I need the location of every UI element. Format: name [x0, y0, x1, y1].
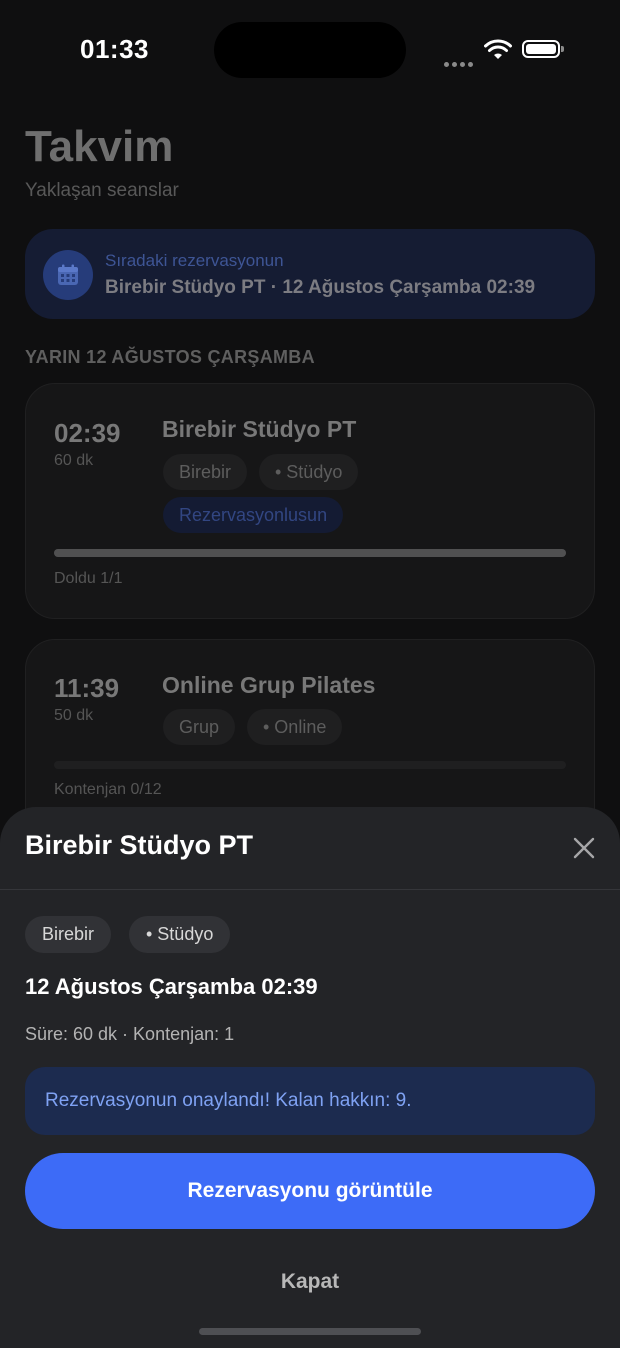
booked-badge: Rezervasyonlusun [163, 497, 344, 533]
page-title: Takvim [25, 122, 174, 171]
home-indicator [199, 1328, 421, 1335]
sheet-datetime: 12 Ağustos Çarşamba 02:39 [25, 974, 318, 999]
day-header: YARIN 12 AĞUSTOS ÇARŞAMBA [25, 347, 315, 367]
session-time: 11:39 [54, 673, 120, 703]
next-booking-label: Sıradaki rezervasyonun [105, 251, 284, 270]
session-tag: • Stüdyo [259, 454, 359, 490]
wifi-icon [484, 39, 512, 59]
capacity-bar [54, 761, 566, 769]
calendar-icon [43, 250, 93, 300]
session-tag: Birebir [163, 454, 248, 490]
status-time: 01:33 [80, 34, 149, 64]
sheet-title: Birebir Stüdyo PT [25, 830, 254, 860]
session-tag: • Online [247, 709, 343, 745]
next-booking-card[interactable] [25, 229, 595, 319]
close-button[interactable]: Kapat [0, 1270, 620, 1294]
battery-icon [522, 40, 564, 58]
session-title: Online Grup Pilates [162, 672, 376, 698]
capacity-bar [54, 549, 566, 557]
sheet-tag: • Stüdyo [129, 916, 231, 953]
session-tag: Grup [163, 709, 236, 745]
confirmation-text: Rezervasyonun onaylandı! Kalan hakkın: 9… [45, 1090, 412, 1111]
next-booking-value: Birebir Stüdyo PT · 12 Ağustos Çarşamba … [105, 277, 536, 298]
sheet-meta: Süre: 60 dk · Kontenjan: 1 [25, 1024, 235, 1044]
capacity-bar-fill [54, 549, 566, 557]
close-icon[interactable] [570, 834, 598, 862]
capacity-text: Doldu 1/1 [54, 570, 123, 587]
divider [0, 889, 620, 890]
capacity-text: Kontenjan 0/12 [54, 781, 162, 798]
view-booking-button[interactable]: Rezervasyonu görüntüle [25, 1153, 595, 1229]
session-time: 02:39 [54, 418, 121, 448]
sheet-tag: Birebir [25, 916, 112, 953]
page-subtitle: Yaklaşan seanslar [25, 180, 179, 201]
session-duration: 50 dk [54, 707, 94, 724]
signal-icon [444, 54, 476, 67]
session-title: Birebir Stüdyo PT [162, 416, 357, 442]
dynamic-island [214, 22, 406, 78]
session-duration: 60 dk [54, 452, 94, 469]
